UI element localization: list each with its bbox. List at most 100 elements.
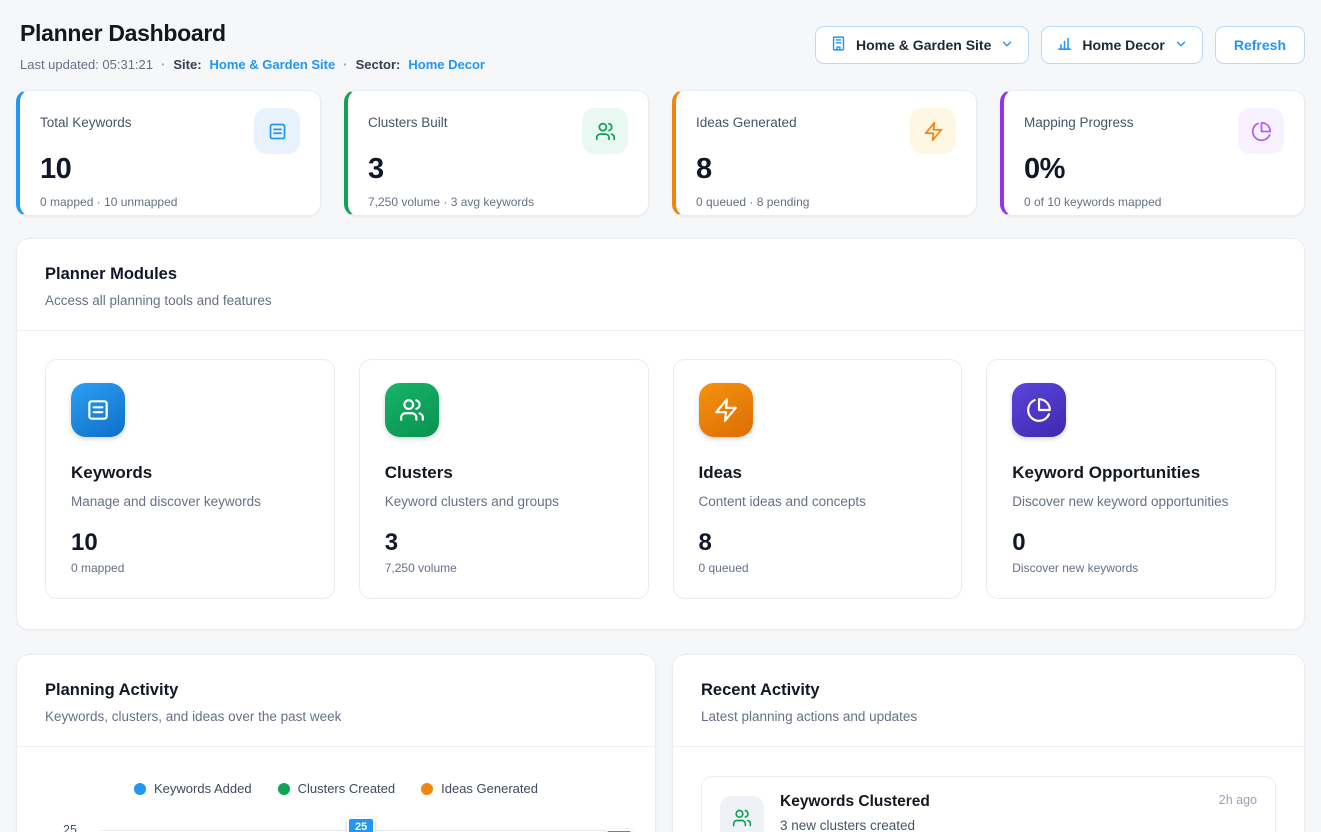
- legend-dot-blue: [134, 783, 146, 795]
- stat-label: Mapping Progress: [1024, 108, 1134, 130]
- stat-sub: 7,250 volume · 3 avg keywords: [368, 195, 628, 209]
- recent-activity-list: Keywords Clustered 2h ago 3 new clusters…: [673, 747, 1304, 832]
- module-value: 3: [385, 531, 623, 555]
- header-meta: Last updated: 05:31:21 · Site: Home & Ga…: [20, 57, 485, 72]
- activity-chart: Keywords Added Clusters Created Ideas Ge…: [17, 747, 655, 832]
- module-description: Manage and discover keywords: [71, 494, 309, 509]
- stat-label: Clusters Built: [368, 108, 448, 130]
- building-icon: [830, 35, 847, 55]
- module-description: Discover new keyword opportunities: [1012, 494, 1250, 509]
- bottom-row: Planning Activity Keywords, clusters, an…: [16, 654, 1305, 832]
- planner-dashboard-page: Planner Dashboard Last updated: 05:31:21…: [0, 20, 1321, 832]
- stat-value: 8: [696, 155, 956, 184]
- module-description: Content ideas and concepts: [699, 494, 937, 509]
- module-title: Clusters: [385, 463, 623, 483]
- module-title: Keywords: [71, 463, 309, 483]
- legend-item-clusters-created: Clusters Created: [278, 781, 396, 796]
- stat-sub: 0 mapped · 10 unmapped: [40, 195, 300, 209]
- stat-sub: 0 of 10 keywords mapped: [1024, 195, 1284, 209]
- stat-card-total-keywords: Total Keywords 10 0 mapped · 10 unmapped: [16, 90, 321, 216]
- site-link[interactable]: Home & Garden Site: [210, 57, 336, 72]
- pie-chart-icon: [1012, 383, 1066, 437]
- document-icon: [71, 383, 125, 437]
- users-icon: [385, 383, 439, 437]
- stat-sub: 0 queued · 8 pending: [696, 195, 956, 209]
- activity-item-title-row: Keywords Clustered 2h ago: [780, 793, 1257, 811]
- stat-card-top: Mapping Progress: [1024, 108, 1284, 154]
- sector-selector-dropdown[interactable]: Home Decor: [1041, 26, 1202, 64]
- module-value: 8: [699, 531, 937, 555]
- activity-item-description: 3 new clusters created: [780, 818, 1257, 832]
- module-card-ideas[interactable]: Ideas Content ideas and concepts 8 0 que…: [673, 359, 963, 599]
- planning-activity-subtitle: Keywords, clusters, and ideas over the p…: [45, 709, 627, 724]
- meta-separator: ·: [161, 57, 165, 72]
- legend-item-ideas-generated: Ideas Generated: [421, 781, 538, 796]
- y-axis-tick: 25: [63, 823, 77, 832]
- page-title: Planner Dashboard: [20, 20, 485, 47]
- legend-label: Keywords Added: [154, 781, 252, 796]
- recent-activity-title: Recent Activity: [701, 681, 1276, 700]
- chevron-down-icon: [1000, 37, 1014, 54]
- modules-panel-header: Planner Modules Access all planning tool…: [17, 239, 1304, 331]
- stat-card-top: Clusters Built: [368, 108, 628, 154]
- site-label: Site:: [173, 57, 201, 72]
- chart-legend: Keywords Added Clusters Created Ideas Ge…: [33, 781, 639, 796]
- stat-card-top: Ideas Generated: [696, 108, 956, 154]
- module-card-keyword-opportunities[interactable]: Keyword Opportunities Discover new keywo…: [986, 359, 1276, 599]
- activity-item-title: Keywords Clustered: [780, 793, 930, 811]
- stat-value: 0%: [1024, 155, 1284, 184]
- bar-chart-icon: [1056, 35, 1073, 55]
- users-icon: [720, 796, 764, 832]
- legend-dot-green: [278, 783, 290, 795]
- refresh-button[interactable]: Refresh: [1215, 26, 1305, 64]
- plot-area: 25 24: [101, 820, 623, 832]
- stat-card-top: Total Keywords: [40, 108, 300, 154]
- site-selector-label: Home & Garden Site: [856, 37, 991, 53]
- module-title: Keyword Opportunities: [1012, 463, 1250, 483]
- module-value: 0: [1012, 531, 1250, 555]
- planning-activity-title: Planning Activity: [45, 681, 627, 700]
- module-sub: 0 queued: [699, 561, 937, 575]
- module-sub: 7,250 volume: [385, 561, 623, 575]
- planner-modules-panel: Planner Modules Access all planning tool…: [16, 238, 1305, 630]
- zap-icon: [699, 383, 753, 437]
- modules-grid: Keywords Manage and discover keywords 10…: [17, 331, 1304, 629]
- sector-link[interactable]: Home Decor: [408, 57, 485, 72]
- header-left: Planner Dashboard Last updated: 05:31:21…: [20, 20, 485, 72]
- planning-activity-header: Planning Activity Keywords, clusters, an…: [17, 655, 655, 747]
- stats-row: Total Keywords 10 0 mapped · 10 unmapped…: [16, 90, 1305, 216]
- list-item: Keywords Clustered 2h ago 3 new clusters…: [701, 776, 1276, 832]
- module-card-keywords[interactable]: Keywords Manage and discover keywords 10…: [45, 359, 335, 599]
- recent-activity-header: Recent Activity Latest planning actions …: [673, 655, 1304, 747]
- stat-card-ideas-generated: Ideas Generated 8 0 queued · 8 pending: [672, 90, 977, 216]
- legend-dot-orange: [421, 783, 433, 795]
- module-value: 10: [71, 531, 309, 555]
- stat-label: Total Keywords: [40, 108, 132, 130]
- meta-separator: ·: [343, 57, 347, 72]
- data-point-label: 25: [347, 817, 375, 832]
- stat-label: Ideas Generated: [696, 108, 797, 130]
- stat-card-mapping-progress: Mapping Progress 0% 0 of 10 keywords map…: [1000, 90, 1305, 216]
- module-sub: 0 mapped: [71, 561, 309, 575]
- module-title: Ideas: [699, 463, 937, 483]
- last-updated-text: Last updated: 05:31:21: [20, 57, 153, 72]
- sector-label: Sector:: [356, 57, 401, 72]
- users-icon: [582, 108, 628, 154]
- activity-item-timestamp: 2h ago: [1219, 793, 1257, 807]
- activity-item-content: Keywords Clustered 2h ago 3 new clusters…: [780, 793, 1257, 832]
- page-header: Planner Dashboard Last updated: 05:31:21…: [16, 20, 1305, 72]
- recent-activity-panel: Recent Activity Latest planning actions …: [672, 654, 1305, 832]
- chart-plot-region: 25 25 24: [33, 820, 639, 832]
- site-selector-dropdown[interactable]: Home & Garden Site: [815, 26, 1029, 64]
- module-description: Keyword clusters and groups: [385, 494, 623, 509]
- header-actions: Home & Garden Site Home Decor Refresh: [815, 26, 1305, 64]
- legend-label: Clusters Created: [298, 781, 396, 796]
- keywords-added-series-line: [101, 820, 656, 832]
- stat-value: 10: [40, 155, 300, 184]
- stat-card-clusters-built: Clusters Built 3 7,250 volume · 3 avg ke…: [344, 90, 649, 216]
- legend-label: Ideas Generated: [441, 781, 538, 796]
- modules-panel-subtitle: Access all planning tools and features: [45, 293, 1276, 308]
- module-card-clusters[interactable]: Clusters Keyword clusters and groups 3 7…: [359, 359, 649, 599]
- legend-item-keywords-added: Keywords Added: [134, 781, 252, 796]
- module-sub: Discover new keywords: [1012, 561, 1250, 575]
